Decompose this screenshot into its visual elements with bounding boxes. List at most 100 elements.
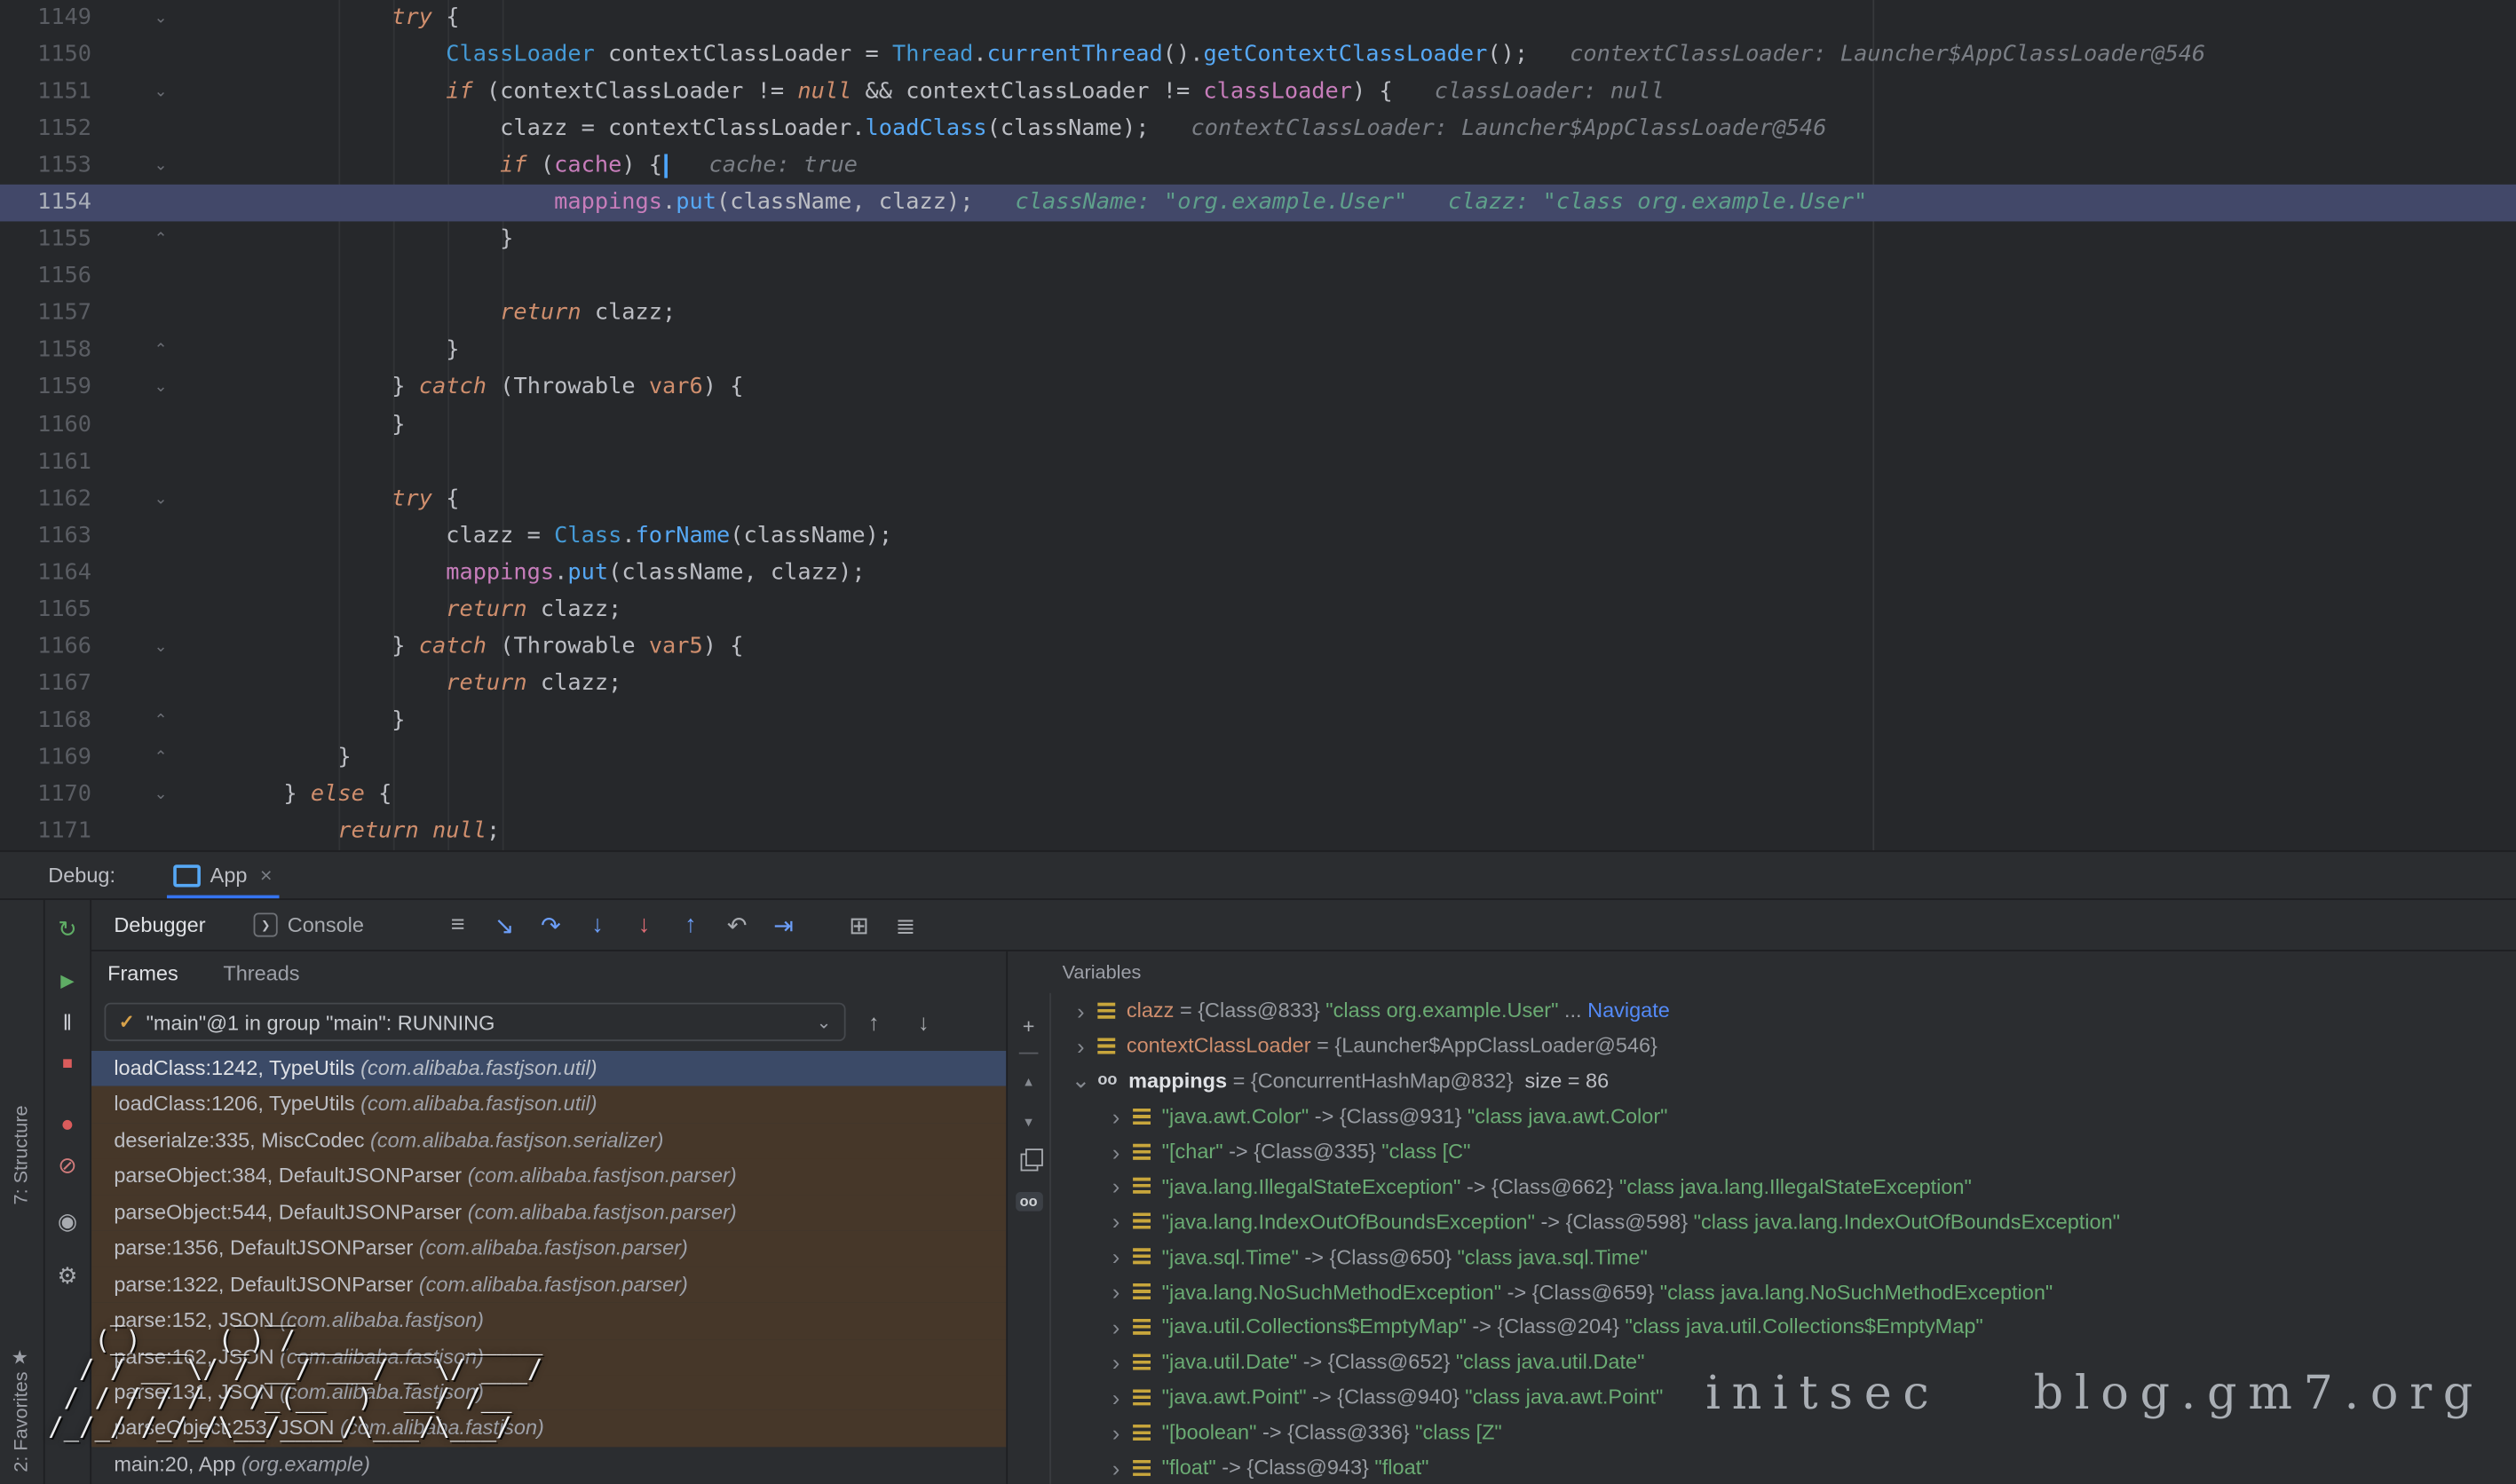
chevron-right-icon[interactable]: › [1103,1209,1130,1235]
step-into-icon[interactable]: ↓ [574,912,621,939]
duplicate-icon[interactable] [1014,1149,1043,1174]
variable-row[interactable]: ›"[boolean" -> {Class@336} "class [Z" [1051,1415,2516,1450]
fold-marker-icon[interactable]: ⌄ [91,74,229,111]
line-number[interactable]: 1152 [0,111,91,148]
variable-row[interactable]: ›"java.awt.Point" -> {Class@940} "class … [1051,1379,2516,1415]
chevron-right-icon[interactable]: › [1067,1033,1095,1059]
stack-frame[interactable]: parseObject:384, DefaultJSONParser (com.… [91,1159,1006,1196]
arrow-up-icon[interactable]: ↑ [852,1009,896,1035]
variable-row[interactable]: ›"java.lang.IndexOutOfBoundsException" -… [1051,1204,2516,1239]
scroll-up-icon[interactable]: ▲ [1014,1069,1043,1094]
stack-frame[interactable]: parseObject:253, JSON (com.alibaba.fastj… [91,1410,1006,1447]
fold-marker-icon[interactable]: ⌄ [91,148,229,186]
menu-icon[interactable]: ≡ [434,912,480,939]
line-number[interactable]: 1159 [0,370,91,407]
line-number[interactable]: 1160 [0,407,91,444]
fold-marker-icon[interactable]: ⌄ [91,481,229,518]
thread-dump-camera-icon[interactable]: ◉ [50,1204,85,1236]
scroll-down-icon[interactable]: ▼ [1014,1109,1043,1134]
code-area[interactable]: 1149⌄ try {1150 ClassLoader contextClass… [0,0,2516,850]
chevron-right-icon[interactable]: › [1103,1243,1130,1269]
fold-marker-icon[interactable]: ⌄ [91,370,229,407]
thread-selector-dropdown[interactable]: ✓ "main"@1 in group "main": RUNNING ⌄ [104,1003,845,1041]
code-line[interactable]: 1168⌃ } [0,702,2516,739]
variable-row[interactable]: ⌄oomappings = {ConcurrentHashMap@832} si… [1051,1063,2516,1099]
drop-frame-icon[interactable]: ↶ [714,911,760,940]
stack-frame[interactable]: parse:131, JSON (com.alibaba.fastjson) [91,1375,1006,1411]
code-line[interactable]: 1160 } [0,407,2516,444]
line-number[interactable]: 1158 [0,333,91,370]
line-number[interactable]: 1162 [0,481,91,518]
code-line[interactable]: 1152 clazz = contextClassLoader.loadClas… [0,111,2516,148]
resume-icon[interactable]: ▶ [50,964,85,996]
chevron-right-icon[interactable]: › [1103,1314,1130,1339]
settings-gear-icon[interactable]: ⚙ [50,1259,85,1291]
line-number[interactable]: 1161 [0,444,91,481]
tab-frames[interactable]: Frames [107,960,178,984]
fold-marker-icon[interactable]: ⌃ [91,333,229,370]
tab-console[interactable]: ❯ Console [250,912,367,936]
code-line[interactable]: 1165 return clazz; [0,592,2516,629]
variable-row[interactable]: ›contextClassLoader = {Launcher$AppClass… [1051,1028,2516,1063]
show-watches-icon[interactable]: oo [1014,1188,1043,1214]
code-line[interactable]: 1151⌄ if (contextClassLoader != null && … [0,74,2516,111]
code-line[interactable]: 1150 ClassLoader contextClassLoader = Th… [0,37,2516,75]
fold-marker-icon[interactable]: ⌄ [91,0,229,37]
stack-frame[interactable]: parse:162, JSON (com.alibaba.fastjson) [91,1338,1006,1375]
stack-frame[interactable]: deserialze:335, MiscCodec (com.alibaba.f… [91,1123,1006,1159]
stack-frame[interactable]: parse:1356, DefaultJSONParser (com.aliba… [91,1231,1006,1267]
line-number[interactable]: 1170 [0,777,91,814]
line-number[interactable]: 1171 [0,813,91,850]
code-line[interactable]: 1158⌃ } [0,333,2516,370]
code-line[interactable]: 1155⌃ } [0,222,2516,259]
layout-grid-icon[interactable]: ⊞ [835,911,882,940]
variable-row[interactable]: ›"java.util.Collections$EmptyMap" -> {Cl… [1051,1309,2516,1345]
code-line[interactable]: 1161 [0,444,2516,481]
variable-row[interactable]: ›"java.sql.Time" -> {Class@650} "class j… [1051,1239,2516,1275]
navigate-link[interactable]: Navigate [1587,999,1670,1022]
tab-debugger[interactable]: Debugger [111,912,209,936]
run-to-cursor-icon[interactable]: ⇥ [760,911,806,940]
code-line[interactable]: 1170⌄ } else { [0,777,2516,814]
chevron-down-icon[interactable]: ⌄ [1067,1067,1095,1094]
code-line[interactable]: 1162⌄ try { [0,481,2516,518]
stack-frame[interactable]: parse:152, JSON (com.alibaba.fastjson) [91,1303,1006,1339]
mute-breakpoints-icon[interactable]: ⊘ [50,1149,85,1180]
line-number[interactable]: 1154 [0,185,91,222]
add-watch-icon[interactable]: + [1014,1013,1043,1038]
chevron-right-icon[interactable]: › [1103,1419,1130,1445]
code-line[interactable]: 1166⌄ } catch (Throwable var5) { [0,628,2516,666]
code-line[interactable]: 1163 clazz = Class.forName(className); [0,517,2516,555]
stack-frame[interactable]: parseObject:544, DefaultJSONParser (com.… [91,1195,1006,1231]
chevron-right-icon[interactable]: › [1103,1384,1130,1409]
step-out-icon[interactable]: ↑ [668,912,714,939]
line-number[interactable]: 1157 [0,296,91,333]
line-number[interactable]: 1165 [0,592,91,629]
close-icon[interactable]: × [260,863,273,887]
code-line[interactable]: 1159⌄ } catch (Throwable var6) { [0,370,2516,407]
fold-marker-icon[interactable]: ⌄ [91,628,229,666]
code-line[interactable]: 1171 return null; [0,813,2516,850]
sidebar-item-favorites[interactable]: 2: Favorites [10,1371,32,1472]
line-number[interactable]: 1167 [0,666,91,703]
line-number[interactable]: 1153 [0,148,91,186]
chevron-right-icon[interactable]: › [1103,1103,1130,1129]
chevron-right-icon[interactable]: › [1103,1455,1130,1480]
variable-row[interactable]: ›"java.lang.IllegalStateException" -> {C… [1051,1169,2516,1204]
code-line[interactable]: 1167 return clazz; [0,666,2516,703]
sidebar-item-structure[interactable]: 7: Structure [10,1105,32,1204]
code-line[interactable]: 1153⌄ if (cache) {cache: true [0,148,2516,186]
code-line[interactable]: 1149⌄ try { [0,0,2516,37]
fold-marker-icon[interactable]: ⌄ [91,777,229,814]
fold-marker-icon[interactable]: ⌃ [91,739,229,777]
step-over-icon[interactable]: ↷ [527,911,574,940]
chevron-right-icon[interactable]: › [1103,1349,1130,1375]
arrow-down-icon[interactable]: ↓ [902,1009,945,1035]
code-line[interactable]: 1157 return clazz; [0,296,2516,333]
line-number[interactable]: 1151 [0,74,91,111]
stack-frame[interactable]: main:20, App (org.example) [91,1447,1006,1483]
stack-frame[interactable]: loadClass:1206, TypeUtils (com.alibaba.f… [91,1086,1006,1123]
stack-frame[interactable]: parse:1322, DefaultJSONParser (com.aliba… [91,1267,1006,1303]
line-number[interactable]: 1163 [0,517,91,555]
variable-row[interactable]: ›"java.lang.NoSuchMethodException" -> {C… [1051,1274,2516,1309]
